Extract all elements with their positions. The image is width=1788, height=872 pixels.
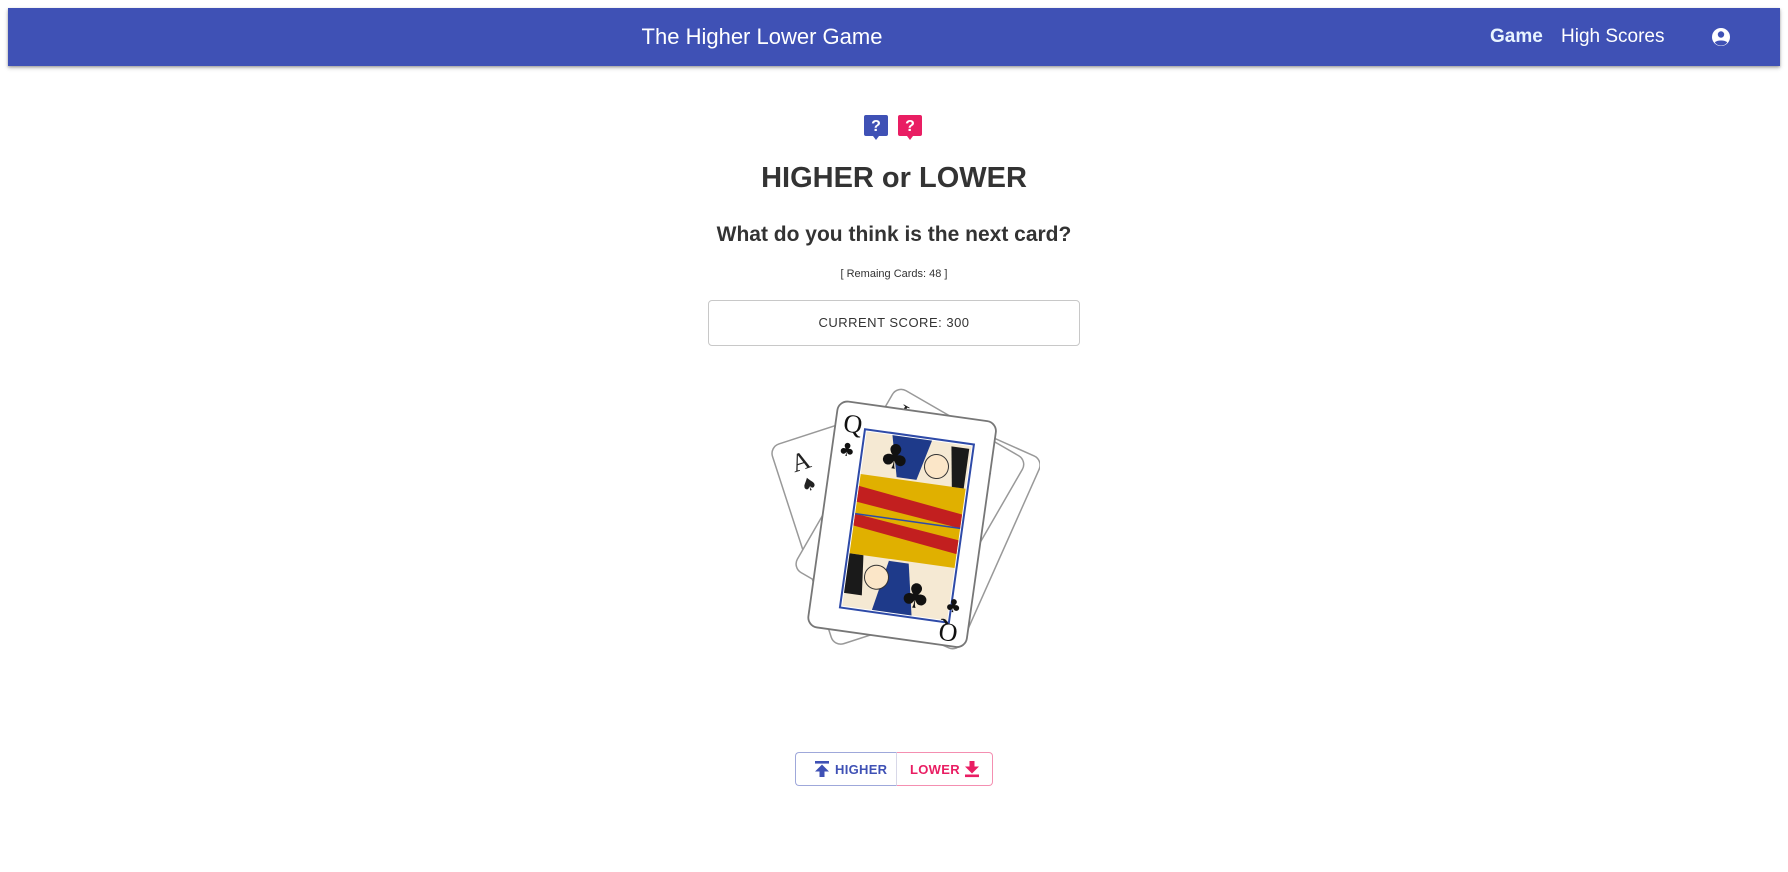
account-circle-icon[interactable] [1709,25,1733,49]
card-stack: A ♠ A K Q ♣ ♣ [760,380,1041,670]
svg-text:♣: ♣ [877,436,913,480]
question-mark-pink-icon: ? [898,115,922,140]
game-headline: HIGHER or LOWER [761,162,1027,194]
remaining-cards-count: [ Remaing Cards: 48 ] [840,268,948,280]
svg-text:♣: ♣ [837,439,856,462]
question-mark-indigo-icon: ? [864,115,888,140]
svg-text:♣: ♣ [944,595,963,618]
nav-game[interactable]: Game [1490,8,1543,66]
current-score-box: CURRENT SCORE: 300 [708,300,1080,346]
higher-button[interactable]: HIGHER [795,752,897,786]
app-title: The Higher Lower Game [641,24,883,49]
higher-button-label: HIGHER [835,761,888,777]
next-card-prompt: What do you think is the next card? [716,223,1072,246]
guess-button-group: HIGHER LOWER [795,752,993,786]
svg-text:?: ? [871,118,881,135]
app-bar: The Higher Lower Game Game High Scores [8,8,1780,66]
lower-button[interactable]: LOWER [897,752,993,786]
current-card-queen-of-clubs: Q ♣ ♣ ♣ Q ♣ [807,400,997,648]
svg-text:?: ? [905,118,915,135]
game-logo: ? ? [864,114,924,142]
arrow-up-to-line-icon [814,760,830,778]
arrow-down-to-line-icon [964,760,980,778]
svg-text:♣: ♣ [898,575,934,619]
lower-button-label: LOWER [910,761,960,777]
nav-high-scores[interactable]: High Scores [1561,8,1665,66]
